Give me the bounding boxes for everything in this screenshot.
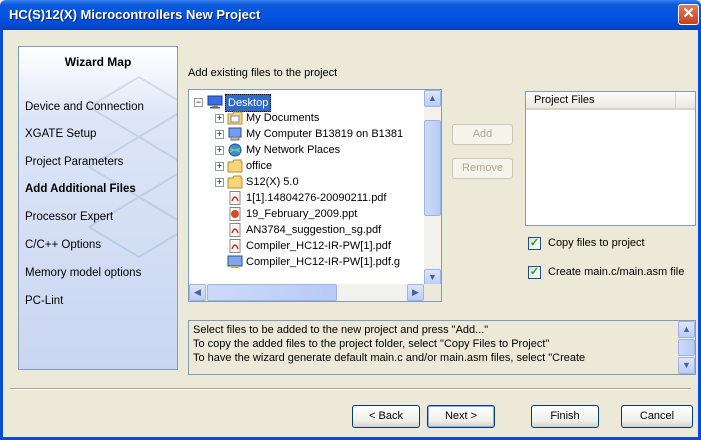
add-button[interactable]: Add: [452, 124, 513, 145]
window-title: HC(S)12(X) Microcontrollers New Project: [9, 7, 261, 22]
chevron-down-icon: ▼: [682, 360, 691, 370]
tree-row[interactable]: 19_February_2009.ppt: [189, 206, 425, 222]
expand-icon[interactable]: +: [215, 146, 224, 155]
info-vertical-scrollbar[interactable]: ▲ ▼: [678, 321, 695, 374]
scroll-corner: [424, 284, 441, 301]
chevron-up-icon: ▲: [428, 93, 437, 103]
network-places-icon: [228, 143, 242, 157]
close-button[interactable]: ✕: [678, 4, 699, 25]
tree-row[interactable]: AN3784_suggestion_sg.pdf: [189, 222, 425, 238]
tree-row-desktop[interactable]: − Desktop: [189, 94, 425, 112]
scroll-up-button[interactable]: ▲: [678, 321, 695, 338]
checkmark-icon: ✓: [529, 237, 540, 249]
tree-label: My Computer B13819 on B1381: [246, 128, 404, 140]
tree-label: My Network Places: [246, 144, 341, 156]
create-main-checkbox[interactable]: ✓: [528, 266, 541, 279]
folder-icon: [227, 175, 243, 189]
map-item-processor-expert[interactable]: Processor Expert: [25, 211, 113, 223]
pdf-file-icon: [229, 239, 241, 253]
tree-vertical-scrollbar[interactable]: ▲ ▼: [424, 90, 441, 286]
info-text-area[interactable]: Select files to be added to the new proj…: [188, 320, 696, 375]
tree-label: My Documents: [246, 112, 320, 124]
next-button[interactable]: Next >: [427, 405, 495, 428]
tree-row[interactable]: + S12(X) 5.0: [189, 174, 425, 190]
scroll-up-button[interactable]: ▲: [424, 90, 441, 107]
map-item-device-connection[interactable]: Device and Connection: [25, 101, 144, 113]
ppt-file-icon: [229, 207, 241, 221]
back-button[interactable]: < Back: [352, 405, 420, 428]
tree-horizontal-scrollbar[interactable]: ◀ ▶: [189, 284, 441, 301]
map-item-xgate-setup[interactable]: XGATE Setup: [25, 128, 96, 140]
tree-label: AN3784_suggestion_sg.pdf: [246, 224, 382, 236]
tree-label: 1[1].14804276-20090211.pdf: [246, 192, 387, 204]
file-tree[interactable]: − Desktop + My Documents + My Computer B…: [188, 89, 442, 302]
desktop-icon: [207, 95, 223, 109]
tree-row[interactable]: + My Documents: [189, 110, 425, 126]
info-line: To copy the added files to the project f…: [193, 338, 550, 350]
cancel-button[interactable]: Cancel: [621, 405, 693, 428]
copy-files-label[interactable]: Copy files to project: [548, 237, 645, 249]
checkmark-icon: ✓: [529, 266, 540, 278]
footer-separator: [10, 388, 691, 390]
tree-row[interactable]: Compiler_HC12-IR-PW[1].pdf: [189, 238, 425, 254]
tree-label: Compiler_HC12-IR-PW[1].pdf: [246, 240, 391, 252]
map-item-project-parameters[interactable]: Project Parameters: [25, 156, 123, 168]
tree-row[interactable]: + My Computer B13819 on B1381: [189, 126, 425, 142]
chevron-left-icon: ◀: [194, 287, 201, 297]
title-bar: HC(S)12(X) Microcontrollers New Project …: [0, 0, 701, 30]
chevron-up-icon: ▲: [682, 324, 691, 334]
map-item-cpp-options[interactable]: C/C++ Options: [25, 239, 101, 251]
scroll-left-button[interactable]: ◀: [189, 284, 206, 301]
collapse-icon[interactable]: −: [194, 98, 203, 107]
chevron-right-icon: ▶: [412, 287, 419, 297]
tree-row[interactable]: + office: [189, 158, 425, 174]
expand-icon[interactable]: +: [215, 162, 224, 171]
create-main-label[interactable]: Create main.c/main.asm file: [548, 266, 684, 278]
page-heading: Add existing files to the project: [188, 67, 338, 79]
tree-label: 19_February_2009.ppt: [246, 208, 358, 220]
close-icon: ✕: [682, 5, 695, 22]
scroll-thumb[interactable]: [678, 339, 695, 356]
expand-icon[interactable]: +: [215, 130, 224, 139]
my-computer-icon: [228, 127, 242, 141]
info-line: Select files to be added to the new proj…: [193, 324, 489, 336]
tree-row[interactable]: + My Network Places: [189, 142, 425, 158]
folder-icon: [227, 159, 243, 173]
info-line: To have the wizard generate default main…: [193, 352, 586, 364]
expand-icon[interactable]: +: [215, 114, 224, 123]
wizard-map-panel: Wizard Map Device and Connection XGATE S…: [18, 46, 178, 370]
tree-label: Compiler_HC12-IR-PW[1].pdf.g: [246, 256, 401, 268]
expand-icon[interactable]: +: [215, 178, 224, 187]
map-item-pc-lint[interactable]: PC-Lint: [25, 295, 63, 307]
wizard-map-title: Wizard Map: [64, 55, 132, 69]
scroll-thumb[interactable]: [207, 284, 337, 301]
scroll-down-button[interactable]: ▼: [678, 357, 695, 374]
pdf-file-icon: [229, 191, 241, 205]
scroll-right-button[interactable]: ▶: [407, 284, 424, 301]
finish-button[interactable]: Finish: [531, 405, 599, 428]
project-files-list[interactable]: Project Files: [525, 91, 696, 226]
tree-label: office: [246, 160, 273, 172]
map-item-add-additional-files[interactable]: Add Additional Files: [25, 183, 136, 195]
tree-label: S12(X) 5.0: [246, 176, 299, 188]
remove-button[interactable]: Remove: [452, 158, 513, 179]
tree-row[interactable]: 1[1].14804276-20090211.pdf: [189, 190, 425, 206]
project-files-header-filler: [676, 92, 695, 110]
pdf-file-icon: [229, 223, 241, 237]
chevron-down-icon: ▼: [428, 272, 437, 282]
scroll-thumb[interactable]: [424, 120, 441, 216]
copy-files-checkbox[interactable]: ✓: [528, 237, 541, 250]
generic-file-icon: [227, 255, 243, 268]
my-documents-icon: [227, 111, 243, 125]
project-files-header[interactable]: Project Files: [526, 92, 676, 110]
tree-row[interactable]: Compiler_HC12-IR-PW[1].pdf.g: [189, 254, 425, 270]
map-item-memory-model[interactable]: Memory model options: [25, 267, 141, 279]
